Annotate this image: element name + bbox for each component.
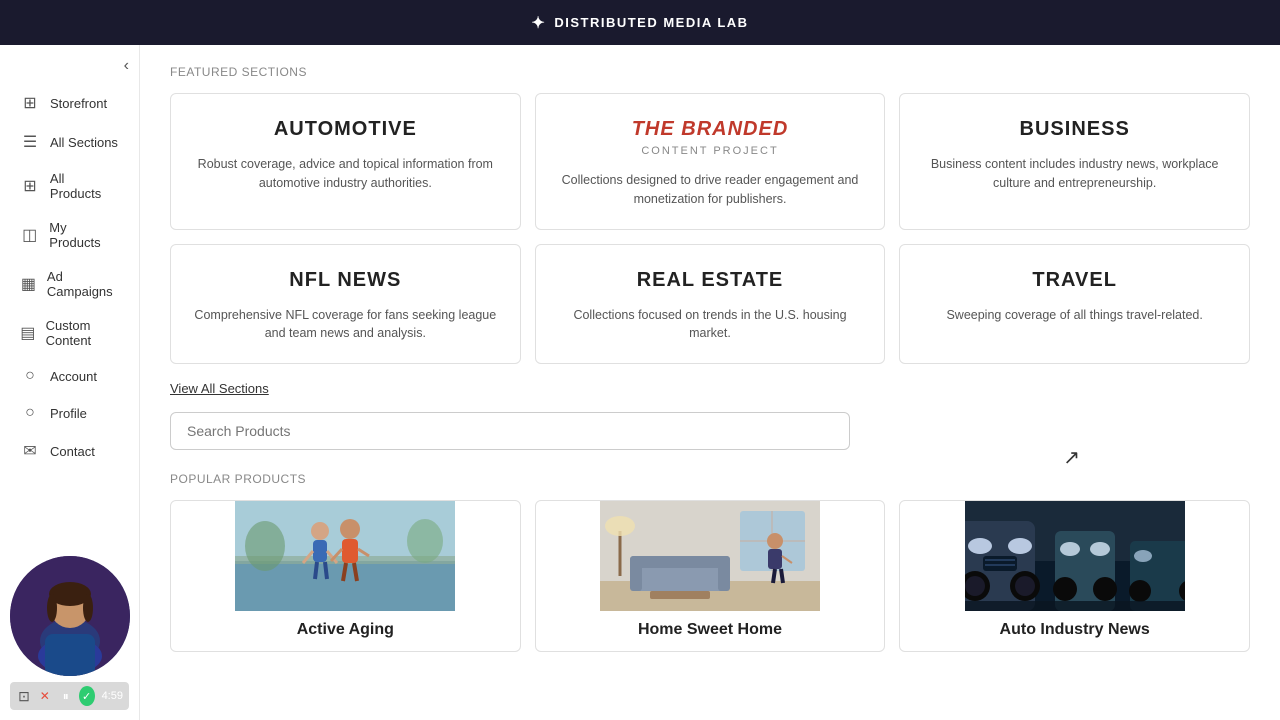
sidebar-icon-custom-content: ▤: [20, 323, 36, 343]
sidebar-item-all-sections[interactable]: ☰ All Sections: [6, 123, 133, 161]
timer-display: 4:59: [102, 690, 123, 702]
avatar-area: ⊡ ✕ ⏸ ✓ 4:59: [0, 546, 139, 720]
product-title-auto-industry-news: Auto Industry News: [900, 611, 1249, 651]
sidebar-item-contact[interactable]: ✉ Contact: [6, 432, 133, 470]
sidebar-label-all-sections: All Sections: [50, 135, 118, 150]
product-title-active-aging: Active Aging: [171, 611, 520, 651]
product-card-auto-industry-news[interactable]: Auto Industry News: [899, 500, 1250, 652]
sidebar-item-storefront[interactable]: ⊞ Storefront: [6, 84, 133, 122]
collapse-icon[interactable]: ‹: [124, 57, 129, 75]
card-desc-real-estate: Collections focused on trends in the U.S…: [556, 306, 865, 344]
top-bar: ✦ DISTRIBUTED MEDIA LAB: [0, 0, 1280, 45]
sidebar-item-account[interactable]: ○ Account: [6, 358, 133, 394]
sidebar-icon-my-products: ◫: [20, 225, 39, 245]
product-image-auto-industry-news: [900, 501, 1249, 611]
sidebar-item-profile[interactable]: ○ Profile: [6, 395, 133, 431]
pause-button[interactable]: ⏸: [58, 686, 74, 706]
featured-card-automotive[interactable]: AUTOMOTIVE Robust coverage, advice and t…: [170, 93, 521, 230]
search-input[interactable]: [170, 412, 850, 450]
check-button[interactable]: ✓: [79, 686, 95, 706]
sidebar-icon-storefront: ⊞: [20, 93, 40, 113]
sidebar-collapse-btn[interactable]: ‹: [0, 53, 139, 83]
sidebar-icon-ad-campaigns: ▦: [20, 274, 37, 294]
sidebar-label-storefront: Storefront: [50, 96, 107, 111]
sidebar-icon-account: ○: [20, 367, 40, 385]
view-all-sections-link[interactable]: View All Sections: [170, 381, 269, 396]
card-title-automotive: AUTOMOTIVE: [191, 118, 500, 141]
main-content: Featured Sections AUTOMOTIVE Robust cove…: [140, 45, 1280, 720]
card-desc-branded-content: Collections designed to drive reader eng…: [556, 171, 865, 209]
sidebar-icon-all-sections: ☰: [20, 132, 40, 152]
sidebar-item-all-products[interactable]: ⊞ All Products: [6, 162, 133, 210]
card-title-branded-content: THE BRANDED: [556, 118, 865, 141]
sidebar-item-my-products[interactable]: ◫ My Products: [6, 211, 133, 259]
product-card-home-sweet-home[interactable]: Home Sweet Home: [535, 500, 886, 652]
webcam-avatar: [10, 556, 130, 676]
app-title: DISTRIBUTED MEDIA LAB: [554, 15, 748, 30]
featured-card-nfl-news[interactable]: NFL NEWS Comprehensive NFL coverage for …: [170, 244, 521, 365]
card-desc-business: Business content includes industry news,…: [920, 155, 1229, 193]
card-title-nfl-news: NFL NEWS: [191, 269, 500, 292]
app-layout: ‹ ⊞ Storefront ☰ All Sections ⊞ All Prod…: [0, 45, 1280, 720]
sidebar-item-ad-campaigns[interactable]: ▦ Ad Campaigns: [6, 260, 133, 308]
sidebar-label-account: Account: [50, 369, 97, 384]
popular-heading: Popular Products: [170, 472, 1250, 486]
card-title-travel: TRAVEL: [920, 269, 1229, 292]
featured-card-real-estate[interactable]: REAL ESTATE Collections focused on trend…: [535, 244, 886, 365]
logo-icon: ✦: [531, 13, 546, 33]
sidebar-label-my-products: My Products: [49, 220, 119, 250]
sidebar: ‹ ⊞ Storefront ☰ All Sections ⊞ All Prod…: [0, 45, 140, 720]
product-image-active-aging: [171, 501, 520, 611]
card-subtitle-branded-content: Content Project: [556, 145, 865, 157]
card-desc-nfl-news: Comprehensive NFL coverage for fans seek…: [191, 306, 500, 344]
sidebar-label-all-products: All Products: [50, 171, 119, 201]
card-desc-travel: Sweeping coverage of all things travel-r…: [920, 306, 1229, 325]
products-grid: Active Aging Home Sweet Home: [170, 500, 1250, 652]
sidebar-label-profile: Profile: [50, 406, 87, 421]
card-title-business: BUSINESS: [920, 118, 1229, 141]
record-stop-button[interactable]: ⊡: [16, 686, 32, 706]
sidebar-icon-all-products: ⊞: [20, 176, 40, 196]
product-title-home-sweet-home: Home Sweet Home: [536, 611, 885, 651]
featured-card-business[interactable]: BUSINESS Business content includes indus…: [899, 93, 1250, 230]
sidebar-label-contact: Contact: [50, 444, 95, 459]
featured-card-branded-content[interactable]: THE BRANDED Content Project Collections …: [535, 93, 886, 230]
search-container: [170, 412, 1250, 466]
sidebar-icon-contact: ✉: [20, 441, 40, 461]
sidebar-label-custom-content: Custom Content: [46, 318, 119, 348]
sidebar-item-custom-content[interactable]: ▤ Custom Content: [6, 309, 133, 357]
product-card-active-aging[interactable]: Active Aging: [170, 500, 521, 652]
featured-card-travel[interactable]: TRAVEL Sweeping coverage of all things t…: [899, 244, 1250, 365]
featured-heading: Featured Sections: [170, 65, 1250, 79]
stop-button[interactable]: ✕: [37, 686, 53, 706]
product-image-home-sweet-home: [536, 501, 885, 611]
card-title-real-estate: REAL ESTATE: [556, 269, 865, 292]
card-desc-automotive: Robust coverage, advice and topical info…: [191, 155, 500, 193]
sidebar-icon-profile: ○: [20, 404, 40, 422]
featured-sections-grid: AUTOMOTIVE Robust coverage, advice and t…: [170, 93, 1250, 364]
sidebar-label-ad-campaigns: Ad Campaigns: [47, 269, 119, 299]
